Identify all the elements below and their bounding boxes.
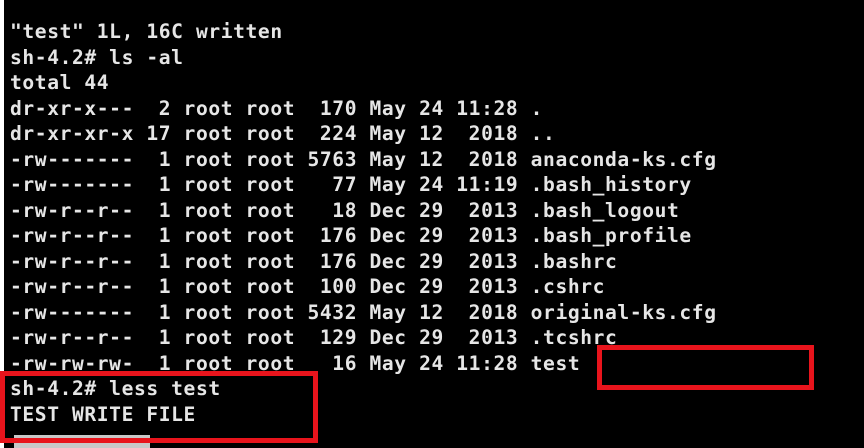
terminal-line-entry-original-ks: -rw------- 1 root root 5432 May 12 2018 … bbox=[10, 300, 717, 324]
terminal-line-total: total 44 bbox=[10, 71, 110, 94]
highlight-box-less-output bbox=[0, 371, 318, 443]
terminal-line-entry-bashrc: -rw-r--r-- 1 root root 176 Dec 29 2013 .… bbox=[10, 249, 618, 273]
terminal-line-entry-anaconda: -rw------- 1 root root 5763 May 12 2018 … bbox=[10, 147, 717, 171]
terminal-line-entry-cshrc: -rw-r--r-- 1 root root 100 Dec 29 2013 .… bbox=[10, 275, 606, 298]
terminal-line-entry-bash-logout: -rw-r--r-- 1 root root 18 Dec 29 2013 .b… bbox=[10, 198, 680, 222]
terminal-line-entry-dot: dr-xr-x--- 2 root root 170 May 24 11:28 … bbox=[10, 96, 544, 120]
terminal-line-entry-bash-profile: -rw-r--r-- 1 root root 176 Dec 29 2013 .… bbox=[10, 224, 692, 247]
terminal-line-entry-dotdot: dr-xr-xr-x 17 root root 224 May 12 2018 … bbox=[10, 122, 556, 145]
terminal-line-ls-command: sh-4.2# ls -al bbox=[10, 45, 184, 69]
terminal-line-entry-bash-history: -rw------- 1 root root 77 May 24 11:19 .… bbox=[10, 173, 692, 196]
highlight-box-test-file bbox=[597, 345, 814, 390]
terminal-line-write-status: "test" 1L, 16C written bbox=[10, 20, 283, 43]
